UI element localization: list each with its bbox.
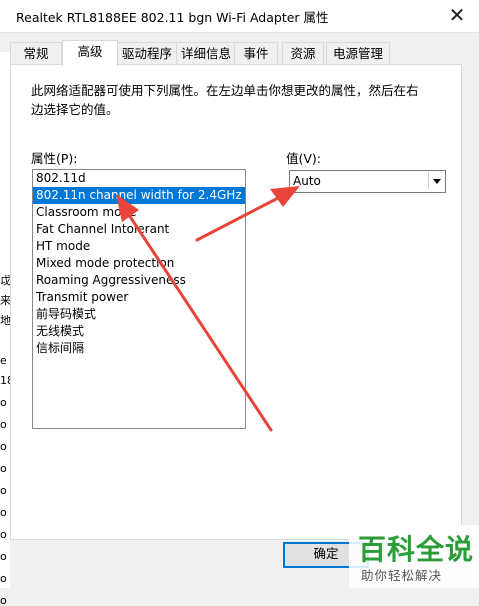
property-item[interactable]: Classroom mode [33,204,245,221]
property-list[interactable]: 802.11d 802.11n channel width for 2.4GHz… [32,169,246,429]
background-text: o [0,463,7,474]
background-text: o [0,485,7,496]
background-text: e [0,355,7,366]
property-item[interactable]: 802.11d [33,170,245,187]
value-dropdown[interactable]: Auto [289,170,446,193]
watermark-tagline: 助你轻松解决 [361,568,443,583]
tab-advanced[interactable]: 高级 [62,40,118,66]
property-item[interactable]: Fat Channel Intolerant [33,221,245,238]
tab-events[interactable]: 事件 [234,42,278,65]
watermark: 百科全说 助你轻松解决 [349,525,479,588]
property-label: 属性(P): [31,151,78,166]
property-item[interactable]: Roaming Aggressiveness [33,272,245,289]
property-item[interactable]: 无线模式 [33,323,245,340]
background-text: o [0,507,7,518]
background-text: o [0,397,7,408]
close-icon[interactable]: ✕ [441,0,473,32]
background-text: o [0,419,7,430]
tab-strip: 常规 高级 驱动程序 详细信息 事件 资源 电源管理 [10,40,470,66]
property-item[interactable]: Mixed mode protection [33,255,245,272]
tab-driver[interactable]: 驱动程序 [116,42,178,65]
background-text: 戉 [0,275,10,286]
background-text: o [0,551,7,562]
property-item[interactable]: 信标间隔 [33,340,245,357]
property-item[interactable]: 前导码模式 [33,306,245,323]
background-text: 来 [0,295,10,306]
description-text: 此网络适配器可使用下列属性。在左边单击你想更改的属性，然后在右边选择它的值。 [31,83,419,117]
value-dropdown-text: Auto [293,174,321,188]
tab-details[interactable]: 详细信息 [176,42,236,65]
advanced-tab-panel: 此网络适配器可使用下列属性。在左边单击你想更改的属性，然后在右边选择它的值。 属… [10,64,462,540]
background-text: o [0,441,7,452]
property-item[interactable]: HT mode [33,238,245,255]
tab-resources[interactable]: 资源 [282,42,324,65]
background-text: o [0,529,7,540]
watermark-brand: 百科全说 [358,533,475,566]
chevron-down-icon[interactable] [428,172,444,189]
property-item[interactable]: Transmit power [33,289,245,306]
background-text: o [0,573,7,584]
window-title: Realtek RTL8188EE 802.11 bgn Wi-Fi Adapt… [16,10,329,25]
tab-general[interactable]: 常规 [10,42,62,65]
value-label: 值(V): [286,151,322,166]
title-bar: Realtek RTL8188EE 802.11 bgn Wi-Fi Adapt… [0,0,479,33]
tab-power-management[interactable]: 电源管理 [326,42,390,65]
background-text: 地 [0,315,10,326]
background-text: o [0,595,7,606]
background-window-edge: 戉 来 地 e 18 o o o o o o o o o o [0,52,10,606]
property-item-selected[interactable]: 802.11n channel width for 2.4GHz [33,187,245,204]
background-text: 18 [0,375,10,386]
